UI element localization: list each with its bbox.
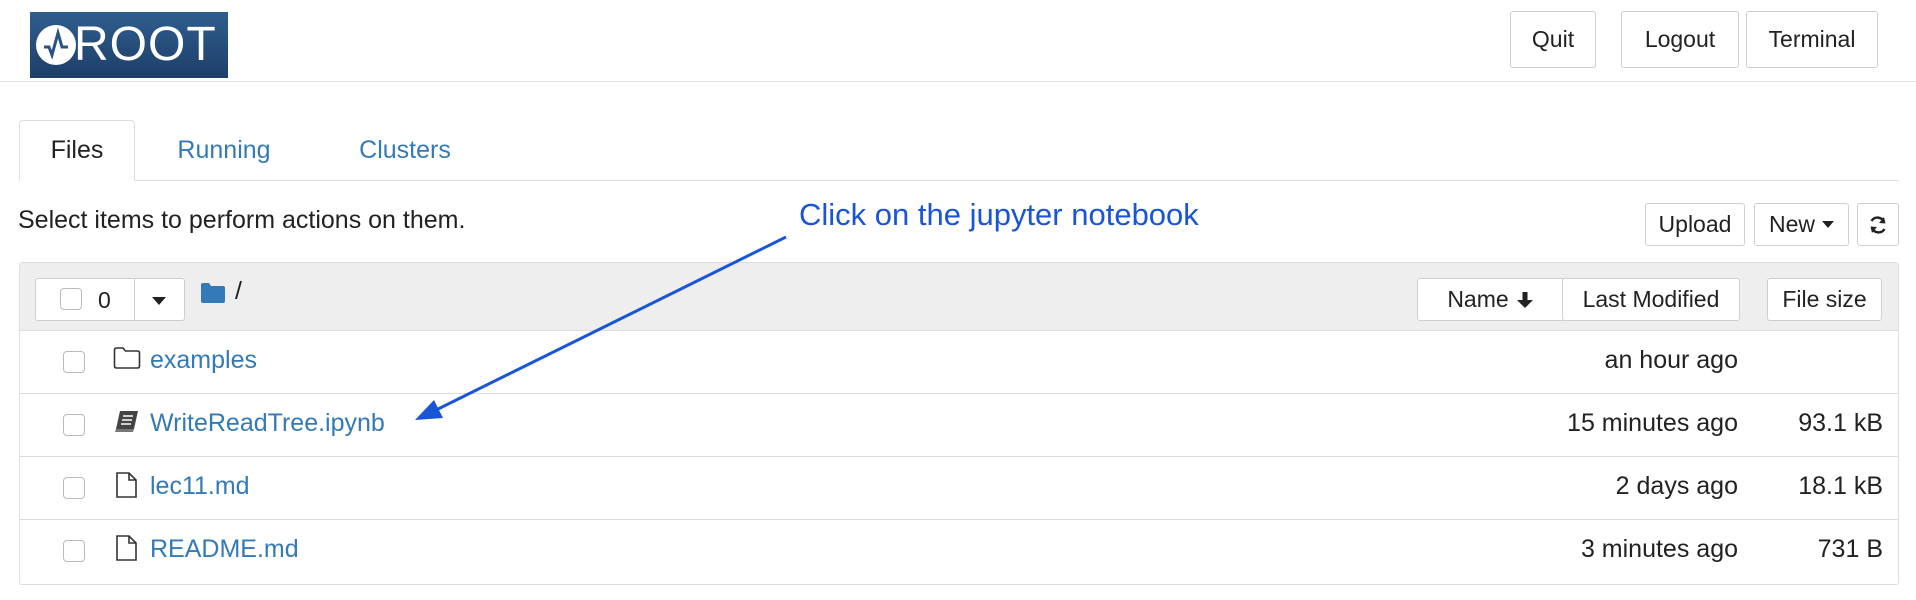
file-icon xyxy=(113,472,141,503)
root-logo-mark-icon xyxy=(36,25,76,65)
tab-clusters[interactable]: Clusters xyxy=(325,120,485,180)
tab-files[interactable]: Files xyxy=(19,120,135,181)
notebook-icon xyxy=(113,409,141,438)
file-name-link[interactable]: README.md xyxy=(150,535,299,564)
file-size: 18.1 kB xyxy=(1798,472,1883,500)
selected-count: 0 xyxy=(98,287,111,313)
tab-running[interactable]: Running xyxy=(149,120,299,180)
sort-name-button[interactable]: Name xyxy=(1417,278,1565,321)
row-checkbox[interactable] xyxy=(63,540,85,562)
file-size: 93.1 kB xyxy=(1798,409,1883,437)
list-item[interactable]: WriteReadTree.ipynb 15 minutes ago 93.1 … xyxy=(20,393,1898,456)
root-logo[interactable]: ROOT xyxy=(30,12,228,78)
breadcrumb-root[interactable]: / xyxy=(235,277,242,306)
last-modified: 2 days ago xyxy=(1615,472,1738,500)
refresh-icon xyxy=(1870,215,1886,234)
logout-button[interactable]: Logout xyxy=(1621,11,1739,68)
refresh-button[interactable] xyxy=(1857,203,1899,246)
header-bar: ROOT Quit Logout Terminal xyxy=(0,0,1916,82)
selection-instructions: Select items to perform actions on them. xyxy=(18,206,466,234)
select-all-group: 0 xyxy=(35,278,185,321)
list-header: 0 / Name Last Modified File size xyxy=(20,263,1898,331)
last-modified: an hour ago xyxy=(1604,346,1738,374)
caret-down-icon xyxy=(1822,221,1834,228)
last-modified: 15 minutes ago xyxy=(1567,409,1738,437)
arrow-down-icon xyxy=(1516,291,1533,308)
annotation-text: Click on the jupyter notebook xyxy=(799,197,1199,232)
file-list: 0 / Name Last Modified File size example… xyxy=(19,262,1899,585)
tab-bar: Files Running Clusters xyxy=(19,120,1899,181)
file-name-link[interactable]: lec11.md xyxy=(150,472,250,501)
row-checkbox[interactable] xyxy=(63,414,85,436)
select-all-area: 0 xyxy=(36,279,135,320)
quit-button[interactable]: Quit xyxy=(1510,11,1596,68)
folder-icon[interactable] xyxy=(201,283,225,308)
new-button-label: New xyxy=(1768,211,1815,237)
list-item[interactable]: README.md 3 minutes ago 731 B xyxy=(20,519,1898,582)
upload-button[interactable]: Upload xyxy=(1645,203,1745,246)
sort-last-modified-button[interactable]: Last Modified xyxy=(1562,278,1740,321)
file-size: 731 B xyxy=(1817,535,1883,563)
select-menu-caret-icon[interactable] xyxy=(152,297,166,305)
new-dropdown-button[interactable]: New xyxy=(1754,203,1849,246)
folder-outline-icon xyxy=(113,346,141,375)
last-modified: 3 minutes ago xyxy=(1580,535,1738,563)
row-checkbox[interactable] xyxy=(63,477,85,499)
terminal-button[interactable]: Terminal xyxy=(1746,11,1878,68)
select-all-checkbox[interactable] xyxy=(60,288,82,310)
file-name-link[interactable]: WriteReadTree.ipynb xyxy=(150,409,385,438)
sort-file-size-button[interactable]: File size xyxy=(1767,278,1882,321)
file-icon xyxy=(113,535,141,566)
sort-name-label: Name xyxy=(1447,286,1509,312)
row-checkbox[interactable] xyxy=(63,351,85,373)
logo-text: ROOT xyxy=(74,18,217,71)
list-item[interactable]: lec11.md 2 days ago 18.1 kB xyxy=(20,456,1898,519)
file-name-link[interactable]: examples xyxy=(150,346,257,375)
list-item[interactable]: examples an hour ago xyxy=(20,330,1898,393)
